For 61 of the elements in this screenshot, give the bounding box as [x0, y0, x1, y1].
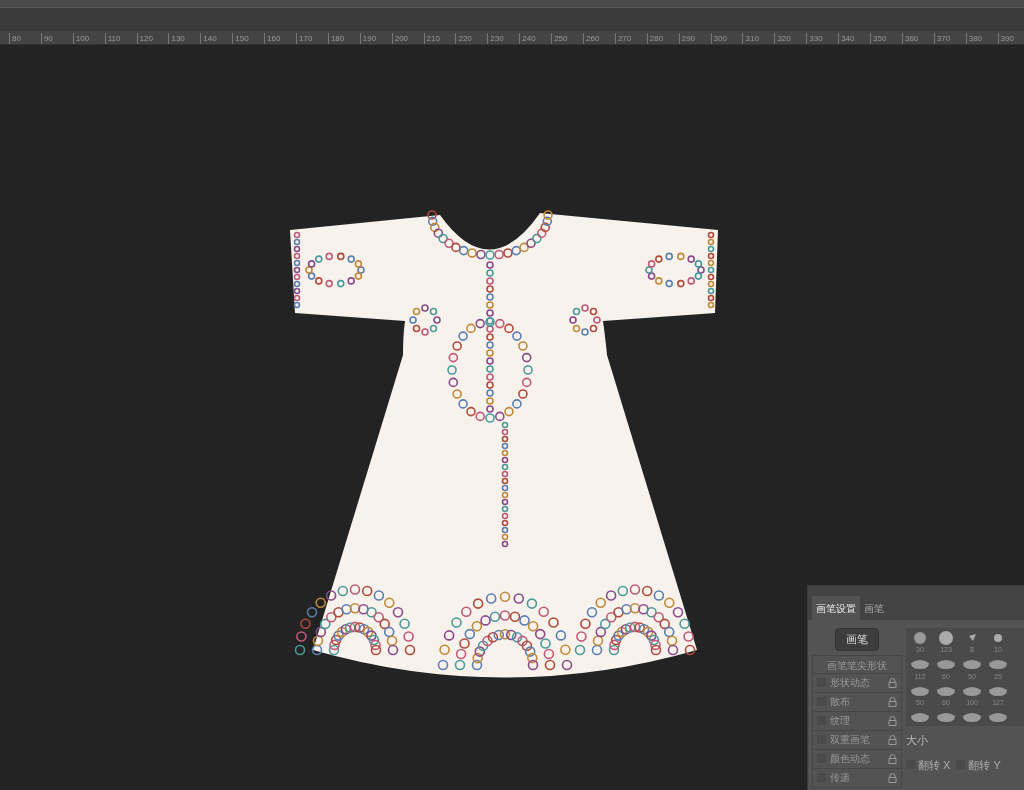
ruler-label: 340 [838, 33, 871, 44]
ruler-label: 350 [870, 33, 902, 44]
ruler-label: 230 [487, 33, 520, 44]
brush-tip-icon [911, 659, 929, 669]
ruler-label: 390 [997, 33, 1024, 44]
ruler-label: 330 [806, 33, 839, 44]
ruler-label: 150 [232, 33, 265, 44]
brush-tip-icon [989, 659, 1007, 669]
ruler-label: 240 [519, 33, 552, 44]
brush-tip-icon [963, 659, 981, 669]
brush-tip-icon [937, 685, 955, 696]
brush-tip-icon [963, 685, 981, 696]
tip-shape-header[interactable]: 画笔笔尖形状 [812, 654, 902, 674]
ruler-label: 370 [933, 33, 966, 44]
lock-icon [888, 753, 897, 764]
flip-label[interactable]: 翻转 Y [968, 756, 1001, 773]
ruler-label: 90 [40, 33, 73, 44]
brush-tip-icon [911, 711, 929, 722]
ruler-label: 120 [136, 33, 169, 44]
brush-tip-icon [989, 685, 1007, 696]
ruler-label: 190 [359, 33, 392, 44]
lock-icon [888, 677, 897, 688]
ruler-label: 200 [391, 33, 424, 44]
brush-tip-icon [937, 711, 955, 722]
brush-tip-icon [994, 633, 1002, 642]
ruler-label: 210 [423, 33, 456, 44]
brush-tip-icon [914, 631, 926, 644]
flip-label[interactable]: 翻转 X [918, 756, 951, 773]
ruler-label: 300 [710, 33, 743, 44]
panel-tab[interactable]: 画笔设置 [812, 596, 860, 620]
brush-tip-icon [968, 634, 976, 641]
ruler-label: 170 [296, 33, 328, 44]
brush-tip-icon [937, 659, 955, 669]
ruler-label: 110 [104, 33, 137, 44]
ruler-label: 280 [646, 33, 679, 44]
ruler-label: 100 [72, 33, 105, 44]
brush-tip-icon [963, 711, 981, 722]
lock-icon [888, 772, 897, 783]
lock-icon [888, 734, 897, 745]
ruler-label: 160 [264, 33, 296, 44]
ruler-label: 360 [901, 33, 934, 44]
ruler-label: 260 [583, 33, 615, 44]
brushes-button[interactable]: 画笔 [835, 628, 879, 651]
ruler-label: 320 [774, 33, 807, 44]
ruler-label: 380 [965, 33, 998, 44]
ruler-label: 180 [327, 33, 360, 44]
brush-tip-icon [911, 685, 929, 696]
lock-icon [888, 696, 897, 707]
ruler-label: 270 [614, 33, 647, 44]
panel-tab[interactable]: 画笔 [860, 596, 888, 620]
ruler-label: 220 [455, 33, 488, 44]
size-label: 大小 [906, 733, 929, 748]
ruler-label: 130 [168, 33, 201, 44]
lock-icon [888, 715, 897, 726]
ruler-label: 310 [742, 33, 775, 44]
ruler-label: 80 [9, 33, 41, 44]
brush-tip-icon [989, 711, 1007, 722]
brush-tip-icon [939, 630, 953, 645]
ruler-label: 290 [678, 33, 711, 44]
ruler-label: 140 [200, 33, 233, 44]
ruler-label: 250 [551, 33, 584, 44]
